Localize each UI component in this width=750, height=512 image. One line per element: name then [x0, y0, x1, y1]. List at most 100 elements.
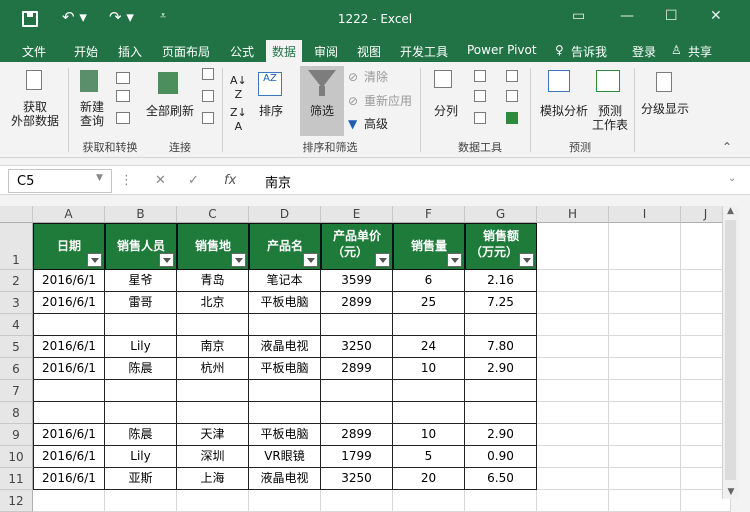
table-cell[interactable] [465, 314, 537, 336]
clear-button[interactable]: 清除 [364, 70, 388, 84]
column-header-c[interactable]: C [177, 206, 249, 223]
table-cell[interactable]: 2899 [321, 292, 393, 314]
table-cell[interactable]: 1799 [321, 446, 393, 468]
table-cell[interactable]: 上海 [177, 468, 249, 490]
table-cell[interactable]: 深圳 [177, 446, 249, 468]
table-cell[interactable] [105, 314, 177, 336]
table-cell[interactable]: 3599 [321, 270, 393, 292]
properties-icon[interactable] [202, 90, 214, 102]
sort-desc-icon[interactable]: Z↓ A [230, 106, 247, 134]
cell[interactable] [249, 490, 321, 512]
cell[interactable] [537, 490, 609, 512]
table-cell[interactable]: 20 [393, 468, 465, 490]
cell[interactable] [537, 468, 609, 490]
table-cell[interactable] [393, 402, 465, 424]
table-cell[interactable] [249, 380, 321, 402]
table-cell[interactable]: 液晶电视 [249, 468, 321, 490]
cell[interactable] [537, 336, 609, 358]
cell[interactable] [537, 270, 609, 292]
row-header-1[interactable]: 1 [0, 223, 33, 270]
table-cell[interactable] [321, 314, 393, 336]
cell[interactable] [537, 358, 609, 380]
table-cell[interactable]: 天津 [177, 424, 249, 446]
table-cell[interactable]: 2016/6/1 [33, 468, 105, 490]
table-cell[interactable]: 3250 [321, 336, 393, 358]
cell[interactable] [609, 446, 681, 468]
cell[interactable] [537, 402, 609, 424]
tab-insert[interactable]: 插入 [118, 43, 142, 60]
cell[interactable] [609, 292, 681, 314]
share-button[interactable]: 共享 [688, 43, 712, 60]
table-cell[interactable]: 雷哥 [105, 292, 177, 314]
table-cell[interactable]: 亚斯 [105, 468, 177, 490]
row-header-9[interactable]: 9 [0, 424, 33, 446]
cell[interactable] [609, 270, 681, 292]
table-cell[interactable]: Lily [105, 446, 177, 468]
connections-icon[interactable] [202, 68, 214, 80]
new-query-button[interactable]: 新建 查询 [72, 100, 112, 128]
row-header-3[interactable]: 3 [0, 292, 33, 314]
tab-home[interactable]: 开始 [74, 43, 98, 60]
relationships-icon[interactable] [506, 90, 518, 102]
get-external-data-button[interactable]: 获取 外部数据 [6, 100, 64, 128]
filter-dropdown-icon[interactable] [87, 253, 102, 267]
cell[interactable] [537, 292, 609, 314]
table-cell[interactable]: 南京 [177, 336, 249, 358]
scroll-down-icon[interactable]: ▼ [723, 487, 739, 497]
cell[interactable] [609, 336, 681, 358]
table-cell[interactable]: 北京 [177, 292, 249, 314]
row-header-11[interactable]: 11 [0, 468, 33, 490]
select-all-corner[interactable] [0, 206, 33, 223]
table-cell[interactable]: 2016/6/1 [33, 358, 105, 380]
row-header-2[interactable]: 2 [0, 270, 33, 292]
table-cell[interactable]: 陈晨 [105, 358, 177, 380]
refresh-all-button[interactable]: 全部刷新 [140, 104, 200, 118]
tab-developer[interactable]: 开发工具 [400, 43, 448, 60]
collapse-ribbon-icon[interactable]: ⌃ [722, 140, 732, 154]
row-header-6[interactable]: 6 [0, 358, 33, 380]
table-cell[interactable]: 0.90 [465, 446, 537, 468]
filter-dropdown-icon[interactable] [447, 253, 462, 267]
table-cell[interactable]: 7.80 [465, 336, 537, 358]
table-cell[interactable] [177, 314, 249, 336]
name-box-dropdown-icon[interactable]: ▼ [96, 173, 103, 183]
cell[interactable] [537, 380, 609, 402]
insert-function-icon[interactable]: fx [224, 173, 236, 188]
tab-page-layout[interactable]: 页面布局 [162, 43, 210, 60]
table-cell[interactable]: 2016/6/1 [33, 292, 105, 314]
table-cell[interactable]: 2016/6/1 [33, 270, 105, 292]
table-cell[interactable]: 2899 [321, 358, 393, 380]
table-cell[interactable] [249, 402, 321, 424]
close-icon[interactable]: ✕ [710, 8, 722, 24]
cell[interactable] [393, 490, 465, 512]
maximize-icon[interactable]: ☐ [665, 8, 678, 24]
table-cell[interactable]: 2.90 [465, 358, 537, 380]
cell[interactable] [537, 223, 609, 270]
edit-links-icon[interactable] [202, 112, 214, 124]
vertical-scrollbar[interactable]: ▲ ▼ [722, 206, 738, 499]
column-header-i[interactable]: I [609, 206, 681, 223]
filter-button[interactable]: 筛选 [300, 104, 344, 118]
table-cell[interactable]: Lily [105, 336, 177, 358]
table-cell[interactable] [33, 402, 105, 424]
table-cell[interactable]: 24 [393, 336, 465, 358]
table-cell[interactable]: 3250 [321, 468, 393, 490]
enter-icon[interactable]: ✓ [188, 173, 199, 188]
tab-formulas[interactable]: 公式 [230, 43, 254, 60]
sort-button[interactable]: 排序 [256, 104, 286, 118]
what-if-analysis-button[interactable]: 模拟分析 [536, 104, 592, 118]
cell[interactable] [609, 468, 681, 490]
cell[interactable] [537, 314, 609, 336]
table-cell[interactable]: 2899 [321, 424, 393, 446]
row-header-4[interactable]: 4 [0, 314, 33, 336]
table-cell[interactable]: VR眼镜 [249, 446, 321, 468]
cell[interactable] [609, 402, 681, 424]
row-header-7[interactable]: 7 [0, 380, 33, 402]
reapply-button[interactable]: 重新应用 [364, 94, 412, 108]
table-cell[interactable]: 2.16 [465, 270, 537, 292]
sign-in-link[interactable]: 登录 [632, 43, 656, 60]
table-cell[interactable]: 5 [393, 446, 465, 468]
cancel-icon[interactable]: ✕ [155, 173, 166, 188]
cell[interactable] [465, 490, 537, 512]
table-cell[interactable] [105, 402, 177, 424]
